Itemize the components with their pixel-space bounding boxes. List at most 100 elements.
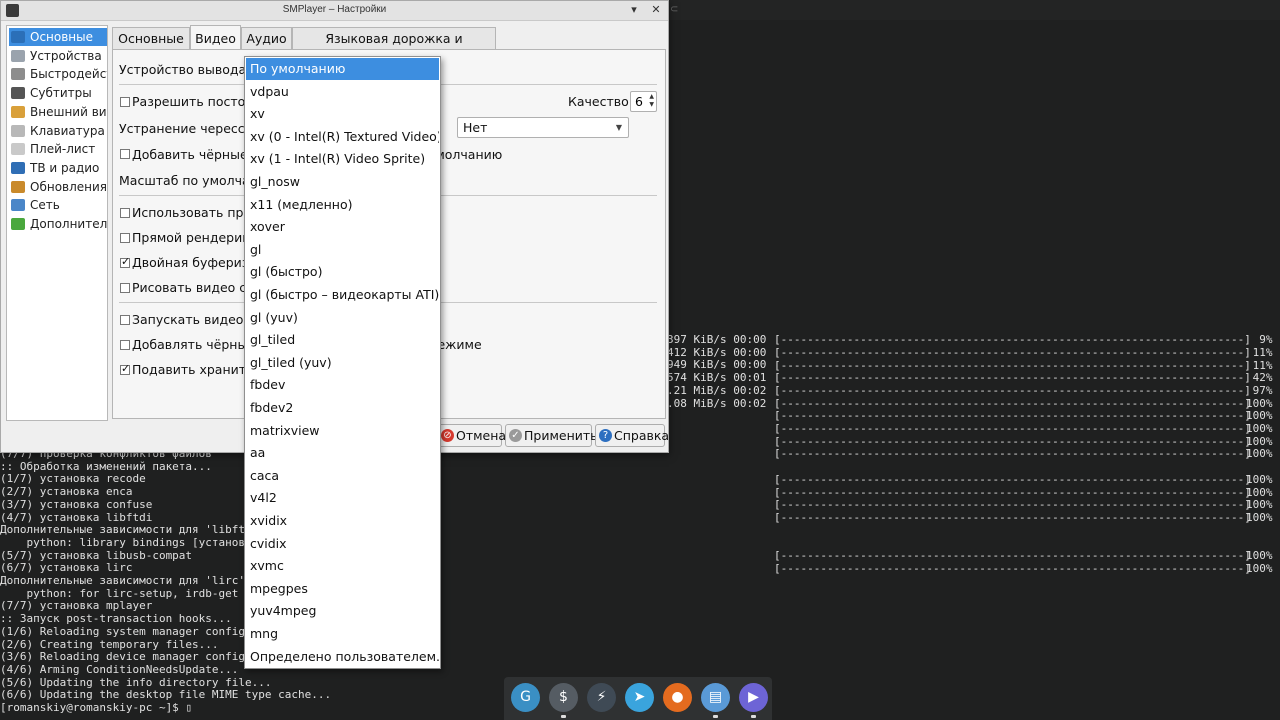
dropdown-option[interactable]: mng [246,623,439,645]
postproc-checkbox[interactable] [120,97,130,107]
files-icon[interactable]: ▤ [701,683,730,712]
sidebar-item[interactable]: Внешний вид [9,103,107,121]
progress-percent: 100% [1246,473,1273,486]
deinterlace-select[interactable]: Нет ▼ [457,117,629,138]
dialog-titlebar[interactable]: SMPlayer – Настройки ▾ ✕ [1,1,668,21]
tab-audio[interactable]: Аудио [241,27,292,50]
sidebar-item[interactable]: Плей-лист [9,140,107,158]
apply-label: Применить [524,428,598,443]
dropdown-option[interactable]: cvidix [246,533,439,555]
direct-rendering-label: Прямой рендеринг [132,230,257,245]
dropdown-option[interactable]: gl (быстро – видеокарты ATI) [246,284,439,306]
power-glyph: ⚡ [596,689,607,705]
fullscreen-borders-checkbox[interactable] [120,340,130,350]
dropdown-option[interactable]: fbdev2 [246,397,439,419]
progress-bar: [---------------------------------------… [774,549,1251,562]
dropdown-option[interactable]: xvidix [246,510,439,532]
terminal-line: [romanskiy@romanskiy-pc ~]$ ▯ [0,701,193,714]
download-speed: 397 KiB/s 00:00 [667,333,767,346]
minimize-icon[interactable]: ▾ [627,3,641,17]
dropdown-option[interactable]: xv [246,103,439,125]
gnome-glyph: G [520,689,531,705]
sidebar-item[interactable]: Быстродейст [9,65,107,83]
cancel-label: Отмена [456,428,507,443]
dropdown-option[interactable]: gl (yuv) [246,307,439,329]
cancel-button[interactable]: ⊘ Отмена [437,424,506,447]
terminal-line: (4/6) Arming ConditionNeedsUpdate... [0,662,239,676]
sidebar-item-label: Сеть [30,198,60,213]
help-icon: ? [599,429,612,442]
output-device-dropdown[interactable]: По умолчанию vdpau xv xv (0 - Intel(R) Text… [244,56,441,669]
dropdown-option[interactable]: gl_tiled [246,329,439,351]
dropdown-option[interactable]: caca [246,465,439,487]
smplayer-icon[interactable]: ▶ [739,683,768,712]
terminal-icon[interactable]: $ [549,683,578,712]
sidebar-item[interactable]: Клавиатура и [9,122,108,140]
update-icon [11,180,25,193]
progress-percent: 11% [1246,346,1273,359]
progress-percent: 42% [1246,371,1273,384]
double-buffering-checkbox[interactable] [120,255,130,268]
dropdown-option[interactable]: gl_nosw [246,171,439,193]
dropdown-option[interactable]: Определено пользователем... [246,646,439,668]
dropdown-option[interactable]: gl [246,239,439,261]
direct-rendering-checkbox[interactable] [120,233,130,243]
progress-bar: [---------------------------------------… [774,346,1251,359]
files-glyph: ▤ [708,689,723,705]
progress-bar: [---------------------------------------… [774,562,1251,575]
dropdown-option[interactable]: mpegpes [246,578,439,600]
progress-bar: [---------------------------------------… [774,371,1251,384]
progress-bar: [---------------------------------------… [774,333,1251,346]
palette-icon [11,105,25,118]
sidebar-item-label: Устройства [30,48,102,63]
dropdown-option[interactable]: xover [246,216,439,238]
quality-spinbox[interactable]: 6 ▲ ▼ [630,91,657,112]
close-icon[interactable]: ✕ [649,3,663,17]
help-label: Справка [614,428,670,443]
network-icon [11,199,25,212]
help-button[interactable]: ? Справка [595,424,669,447]
slices-checkbox[interactable] [120,283,130,293]
firefox-icon[interactable]: ● [663,683,692,712]
dropdown-option[interactable]: v4l2 [246,487,439,509]
dropdown-option[interactable]: fbdev [246,374,439,396]
black-borders-checkbox[interactable] [120,149,130,159]
telegram-icon[interactable]: ➤ [625,683,654,712]
sidebar-item[interactable]: Дополнитель [9,215,107,233]
sidebar-item[interactable]: Основные [9,28,107,46]
power-icon[interactable]: ⚡ [587,683,616,712]
tab-general[interactable]: Основные [112,27,190,50]
dropdown-option[interactable]: vdpau [246,81,439,103]
dropdown-option[interactable]: xv (0 - Intel(R) Textured Video) [246,126,439,148]
apply-button[interactable]: ✓ Применить [505,424,598,447]
dropdown-option[interactable]: gl (быстро) [246,261,439,283]
dropdown-option[interactable]: yuv4mpeg [246,600,439,622]
progress-bar: [---------------------------------------… [774,498,1251,511]
sidebar-item[interactable]: ТВ и радио [9,159,107,177]
sidebar-item[interactable]: Субтитры [9,84,107,102]
sidebar-item[interactable]: Сеть [9,196,107,214]
sidebar-item[interactable]: Устройства [9,47,107,65]
start-fullscreen-checkbox[interactable] [120,315,130,325]
disable-screensaver-checkbox[interactable] [120,362,130,375]
terminal-title-hint: ⊂ [670,4,679,15]
sidebar-item-label: Клавиатура и [30,123,108,138]
tab-language-subtitles[interactable]: Языковая дорожка и субтитры [292,27,496,68]
terminal-line: :: Запуск post-transaction hooks... [0,612,232,626]
spin-arrows-icon[interactable]: ▲ ▼ [649,93,654,109]
dialog-title: SMPlayer – Настройки [282,4,387,15]
dropdown-option[interactable]: x11 (медленно) [246,194,439,216]
dropdown-option[interactable]: xv (1 - Intel(R) Video Sprite) [246,148,439,170]
running-indicator [713,715,718,718]
software-scaling-checkbox[interactable] [120,208,130,218]
dropdown-option[interactable]: aa [246,442,439,464]
sidebar-item[interactable]: Обновления [9,178,107,196]
gnome-icon[interactable]: G [511,683,540,712]
tab-video[interactable]: Видео [190,25,241,50]
dropdown-option[interactable]: По умолчанию [246,58,439,80]
gear-icon [11,68,25,81]
dropdown-option[interactable]: xvmc [246,555,439,577]
progress-percent: 100% [1246,422,1273,435]
dropdown-option[interactable]: matrixview [246,420,439,442]
dropdown-option[interactable]: gl_tiled (yuv) [246,352,439,374]
